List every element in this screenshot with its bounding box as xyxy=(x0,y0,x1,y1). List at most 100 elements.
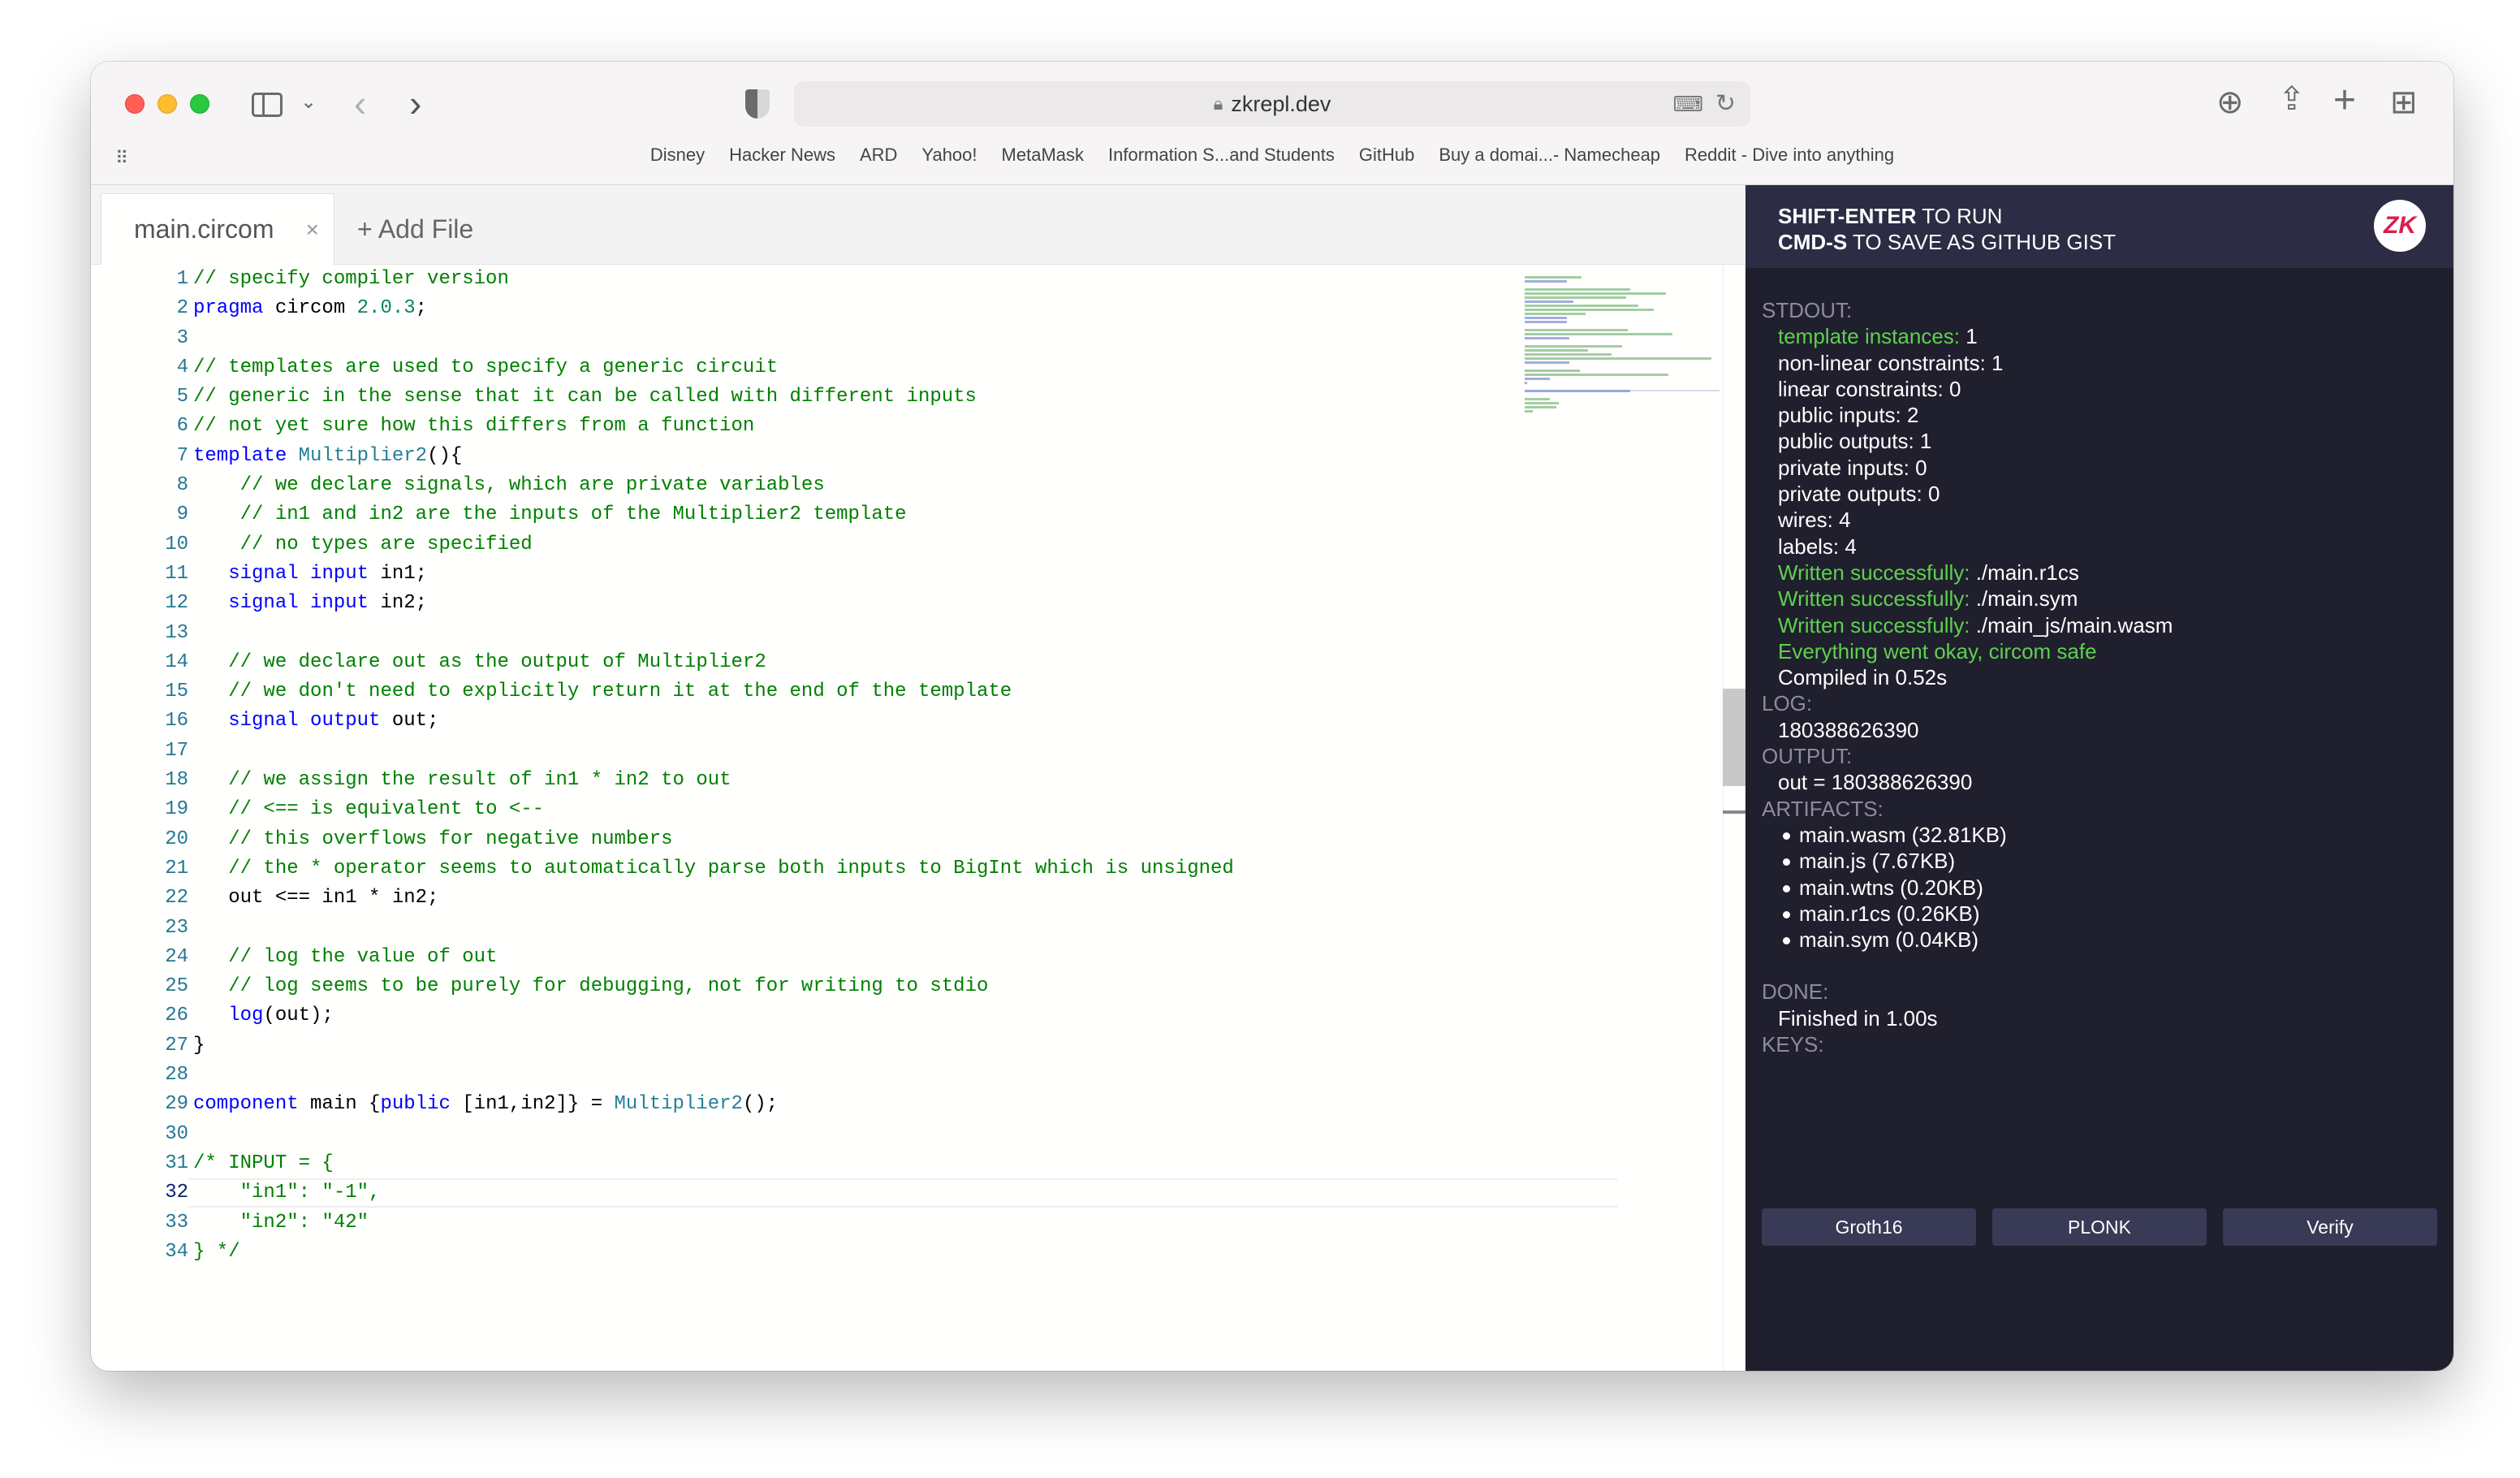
file-tab-main-circom[interactable]: main.circom × xyxy=(101,193,334,265)
code-text[interactable]: } xyxy=(193,1031,205,1061)
address-bar[interactable]: 🔒︎ zkrepl.dev ⌨ ↻ xyxy=(794,81,1750,127)
code-line[interactable]: 25 // log seems to be purely for debuggi… xyxy=(91,972,1520,1001)
bookmark-item[interactable]: Yahoo! xyxy=(921,145,977,177)
code-line[interactable]: 26 log(out); xyxy=(91,1001,1520,1031)
code-line[interactable]: 34} */ xyxy=(91,1238,1520,1267)
code-text[interactable]: // not yet sure how this differs from a … xyxy=(193,412,754,441)
code-text[interactable]: // generic in the sense that it can be c… xyxy=(193,382,977,412)
new-tab-icon[interactable]: + xyxy=(2333,81,2356,120)
bookmark-item[interactable]: Reddit - Dive into anything xyxy=(1685,145,1894,177)
code-line[interactable]: 19 // <== is equivalent to <-- xyxy=(91,795,1520,824)
code-text[interactable]: pragma circom 2.0.3; xyxy=(193,294,427,323)
code-line[interactable]: 30 xyxy=(91,1120,1520,1149)
code-text[interactable]: // <== is equivalent to <-- xyxy=(193,795,544,824)
plonk-button[interactable]: PLONK xyxy=(1992,1208,2207,1246)
code-text[interactable]: // log the value of out xyxy=(193,943,497,972)
editor-scrollbar[interactable] xyxy=(1723,265,1745,1371)
chevron-down-icon[interactable]: ⌄ xyxy=(300,93,317,112)
code-text[interactable]: "in2": "42" xyxy=(193,1208,369,1238)
artifact-link[interactable]: main.wtns (0.20KB) xyxy=(1783,875,2444,901)
bookmark-item[interactable]: GitHub xyxy=(1359,145,1414,177)
close-tab-icon[interactable]: × xyxy=(306,217,319,243)
code-text[interactable]: } */ xyxy=(193,1238,240,1267)
translate-icon[interactable]: ⌨ xyxy=(1672,92,1703,117)
code-line[interactable]: 33 "in2": "42" xyxy=(91,1208,1520,1238)
code-text[interactable]: // specify compiler version xyxy=(193,265,509,294)
artifact-link[interactable]: main.js (7.67KB) xyxy=(1783,848,2444,874)
code-line[interactable]: 18 // we assign the result of in1 * in2 … xyxy=(91,766,1520,795)
code-text[interactable]: component main {public [in1,in2]} = Mult… xyxy=(193,1090,778,1119)
close-window-button[interactable] xyxy=(125,94,145,114)
code-line[interactable]: 3 xyxy=(91,324,1520,353)
tab-overview-icon[interactable]: ⊞ xyxy=(2390,86,2418,119)
download-icon[interactable]: ⊕ xyxy=(2216,86,2244,119)
code-text[interactable]: signal input in1; xyxy=(193,560,427,589)
code-text[interactable]: // log seems to be purely for debugging,… xyxy=(193,972,988,1001)
code-line[interactable]: 16 signal output out; xyxy=(91,707,1520,736)
code-text[interactable]: "in1": "-1", xyxy=(193,1178,381,1208)
code-line[interactable]: 17 xyxy=(91,737,1520,766)
bookmark-item[interactable]: Hacker News xyxy=(729,145,835,177)
bookmark-item[interactable]: Information S...and Students xyxy=(1108,145,1335,177)
back-arrow-icon[interactable]: ‹ xyxy=(354,84,366,122)
code-text[interactable]: // no types are specified xyxy=(193,530,533,560)
bookmark-item[interactable]: ARD xyxy=(860,145,897,177)
minimap[interactable] xyxy=(1525,276,1720,413)
privacy-shield-icon[interactable] xyxy=(745,89,770,119)
bookmark-item[interactable]: Buy a domai...- Namecheap xyxy=(1439,145,1660,177)
code-line[interactable]: 22 out <== in1 * in2; xyxy=(91,884,1520,913)
minimize-window-button[interactable] xyxy=(158,94,177,114)
code-line[interactable]: 32 "in1": "-1", xyxy=(91,1178,1617,1208)
code-line[interactable]: 6// not yet sure how this differs from a… xyxy=(91,412,1520,441)
code-line[interactable]: 10 // no types are specified xyxy=(91,530,1520,560)
code-line[interactable]: 23 xyxy=(91,914,1520,943)
reload-icon[interactable]: ↻ xyxy=(1715,89,1736,118)
code-line[interactable]: 20 // this overflows for negative number… xyxy=(91,825,1520,854)
code-line[interactable]: 31/* INPUT = { xyxy=(91,1149,1520,1178)
code-line[interactable]: 2 pragma circom 2.0.3; xyxy=(91,294,1520,323)
code-line[interactable]: 29 component main {public [in1,in2]} = Mu… xyxy=(91,1090,1520,1119)
code-text[interactable]: /* INPUT = { xyxy=(193,1149,334,1178)
code-line[interactable]: 4// templates are used to specify a gene… xyxy=(91,353,1520,382)
code-line[interactable]: 27} xyxy=(91,1031,1520,1061)
artifact-link[interactable]: main.r1cs (0.26KB) xyxy=(1783,901,2444,927)
code-line[interactable]: 28 xyxy=(91,1061,1520,1090)
bookmark-item[interactable]: Disney xyxy=(650,145,705,177)
share-icon[interactable]: ⇪ xyxy=(2278,83,2306,115)
code-line[interactable]: 9 // in1 and in2 are the inputs of the M… xyxy=(91,500,1520,529)
code-text[interactable]: // we declare signals, which are private… xyxy=(193,471,825,500)
code-lines[interactable]: 1// specify compiler version 2 pragma circ… xyxy=(91,265,1617,1267)
verify-button[interactable]: Verify xyxy=(2223,1208,2437,1246)
code-text[interactable]: log(out); xyxy=(193,1001,334,1031)
code-line[interactable]: 21 // the * operator seems to automatica… xyxy=(91,854,1520,884)
scrollbar-thumb[interactable] xyxy=(1723,689,1745,786)
code-text[interactable]: signal input in2; xyxy=(193,589,427,618)
zoom-window-button[interactable] xyxy=(190,94,209,114)
forward-arrow-icon[interactable]: › xyxy=(409,84,421,122)
code-text[interactable]: // the * operator seems to automatically… xyxy=(193,854,1234,884)
code-text[interactable]: // in1 and in2 are the inputs of the Mul… xyxy=(193,500,907,529)
code-line[interactable]: 14 // we declare out as the output of Mu… xyxy=(91,648,1520,677)
code-text[interactable]: // we don't need to explicitly return it… xyxy=(193,677,1012,707)
code-line[interactable]: 5// generic in the sense that it can be … xyxy=(91,382,1520,412)
code-text[interactable]: // templates are used to specify a gener… xyxy=(193,353,778,382)
code-text[interactable]: // we declare out as the output of Multi… xyxy=(193,648,766,677)
code-text[interactable]: signal output out; xyxy=(193,707,438,736)
code-line[interactable]: 7 template Multiplier2(){ xyxy=(91,442,1520,471)
artifact-link[interactable]: main.sym (0.04KB) xyxy=(1783,927,2444,953)
code-line[interactable]: 11 signal input in1; xyxy=(91,560,1520,589)
code-text[interactable]: // we assign the result of in1 * in2 to … xyxy=(193,766,731,795)
artifact-link[interactable]: main.wasm (32.81KB) xyxy=(1783,822,2444,848)
code-text[interactable]: // this overflows for negative numbers xyxy=(193,825,672,854)
code-line[interactable]: 15 // we don't need to explicitly return… xyxy=(91,677,1520,707)
sidebar-toggle-icon[interactable] xyxy=(252,93,283,117)
code-line[interactable]: 8 // we declare signals, which are priva… xyxy=(91,471,1520,500)
bookmark-item[interactable]: MetaMask xyxy=(1002,145,1084,177)
code-text[interactable]: template Multiplier2(){ xyxy=(193,442,462,471)
code-line[interactable]: 24 // log the value of out xyxy=(91,943,1520,972)
groth16-button[interactable]: Groth16 xyxy=(1762,1208,1976,1246)
code-text[interactable]: out <== in1 * in2; xyxy=(193,884,438,913)
code-line[interactable]: 12 signal input in2; xyxy=(91,589,1520,618)
code-line[interactable]: 1// specify compiler version xyxy=(91,265,1520,294)
code-line[interactable]: 13 xyxy=(91,619,1520,648)
